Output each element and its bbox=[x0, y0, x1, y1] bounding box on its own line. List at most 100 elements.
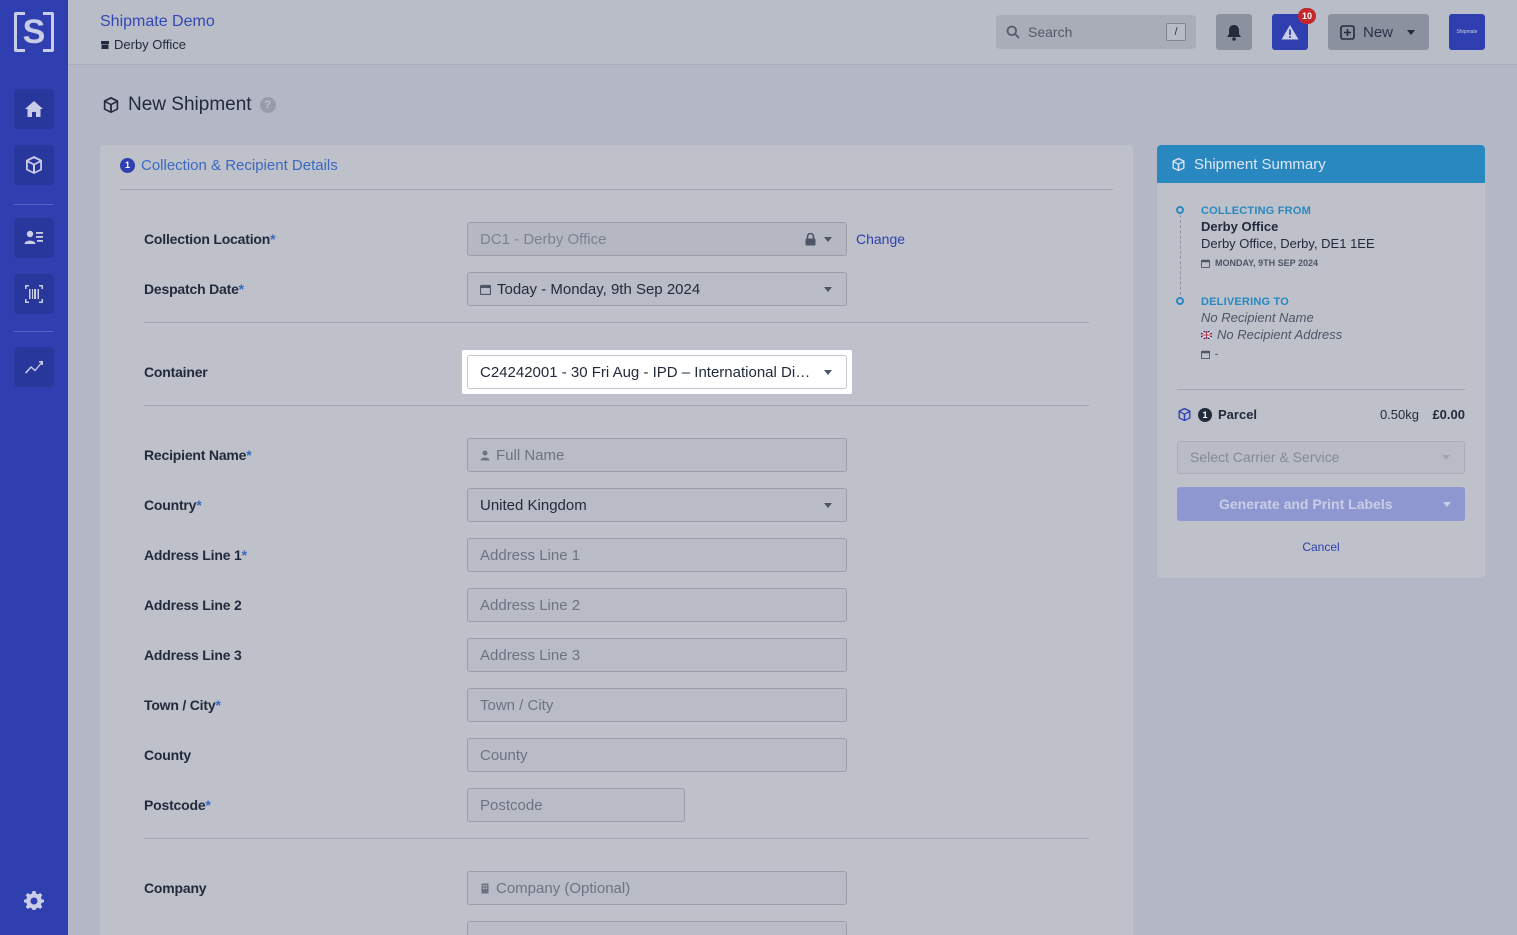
collection-location-label: Collection Location* bbox=[144, 231, 276, 247]
help-icon[interactable]: ? bbox=[259, 97, 276, 113]
bell-icon bbox=[1227, 24, 1241, 41]
town-city-placeholder: Town / City bbox=[480, 696, 554, 714]
country-select[interactable]: United Kingdom bbox=[467, 488, 847, 522]
change-location-link[interactable]: Change bbox=[856, 231, 905, 247]
section-header[interactable]: 1 Collection & Recipient Details bbox=[120, 157, 338, 174]
collection-location-value: DC1 - Derby Office bbox=[480, 230, 607, 248]
contacts-icon bbox=[24, 230, 43, 244]
calendar-icon bbox=[480, 284, 491, 295]
page-title: New Shipment ? bbox=[102, 94, 276, 116]
company-label: Company bbox=[144, 880, 207, 896]
sidebar-item-scan[interactable] bbox=[14, 274, 54, 314]
person-icon bbox=[480, 450, 490, 460]
search-icon bbox=[1006, 25, 1020, 39]
address-line-2-input[interactable]: Address Line 2 bbox=[467, 588, 847, 622]
alerts-button[interactable]: 10 bbox=[1272, 8, 1316, 50]
step-number: 1 bbox=[120, 158, 135, 173]
despatch-date-value: Today - Monday, 9th Sep 2024 bbox=[497, 280, 701, 298]
town-city-label: Town / City* bbox=[144, 697, 221, 713]
carrier-placeholder: Select Carrier & Service bbox=[1190, 449, 1340, 465]
calendar-icon bbox=[1201, 259, 1210, 268]
sidebar-item-home[interactable] bbox=[14, 89, 54, 129]
generate-labels-button[interactable]: Generate and Print Labels bbox=[1177, 487, 1465, 521]
company-placeholder: Company (Optional) bbox=[496, 879, 631, 897]
search-shortcut-key: / bbox=[1166, 23, 1186, 41]
sidebar: S bbox=[0, 0, 68, 935]
container-value: C24242001 - 30 Fri Aug - IPD – Internati… bbox=[480, 363, 812, 381]
timeline-connector bbox=[1180, 215, 1181, 300]
chevron-down-icon bbox=[1407, 30, 1415, 35]
box-icon bbox=[1172, 157, 1185, 171]
top-bar: Shipmate Demo Derby Office Search / 10 N… bbox=[68, 0, 1517, 65]
chevron-down-icon bbox=[824, 503, 832, 508]
box-icon bbox=[103, 96, 119, 114]
collecting-from-address: Derby Office, Derby, DE1 1EE bbox=[1201, 236, 1375, 251]
address-line-3-input[interactable]: Address Line 3 bbox=[467, 638, 847, 672]
collection-location-select[interactable]: DC1 - Derby Office bbox=[467, 222, 847, 256]
timeline-dot bbox=[1176, 206, 1184, 214]
lock-icon bbox=[805, 233, 816, 246]
sidebar-divider bbox=[14, 204, 54, 205]
search-input[interactable]: Search / bbox=[996, 15, 1196, 49]
parcel-summary-row[interactable]: 1 Parcel 0.50kg £0.00 bbox=[1177, 407, 1465, 422]
page-title-text: New Shipment bbox=[128, 94, 252, 115]
chart-icon bbox=[25, 361, 43, 374]
generate-labels-label: Generate and Print Labels bbox=[1219, 496, 1393, 512]
recipient-name-summary: No Recipient Name bbox=[1201, 310, 1314, 325]
app-logo[interactable]: S bbox=[14, 11, 54, 53]
collection-date: MONDAY, 9TH SEP 2024 bbox=[1201, 258, 1318, 268]
sidebar-item-reports[interactable] bbox=[14, 347, 54, 387]
parcel-count-badge: 1 bbox=[1198, 407, 1212, 422]
store-icon bbox=[101, 40, 109, 49]
despatch-date-select[interactable]: Today - Monday, 9th Sep 2024 bbox=[467, 272, 847, 306]
recipient-address-summary: No Recipient Address bbox=[1201, 327, 1342, 342]
container-select[interactable]: C24242001 - 30 Fri Aug - IPD – Internati… bbox=[467, 355, 847, 389]
user-avatar[interactable]: Shipmate bbox=[1449, 14, 1485, 50]
recipient-name-input[interactable]: Full Name bbox=[467, 438, 847, 472]
chevron-down-icon bbox=[824, 237, 832, 242]
new-button-label: New bbox=[1363, 23, 1394, 41]
office-selector[interactable]: Derby Office bbox=[100, 37, 186, 52]
address-line-1-label: Address Line 1* bbox=[144, 547, 247, 563]
settings-button[interactable] bbox=[14, 880, 54, 920]
calendar-icon bbox=[1201, 350, 1210, 359]
new-button[interactable]: New bbox=[1328, 14, 1429, 50]
address-line-2-label: Address Line 2 bbox=[144, 597, 242, 613]
collecting-from-name: Derby Office bbox=[1201, 219, 1279, 234]
despatch-date-label: Despatch Date* bbox=[144, 281, 244, 297]
building-icon bbox=[481, 883, 489, 893]
container-highlight: C24242001 - 30 Fri Aug - IPD – Internati… bbox=[462, 350, 852, 394]
company-name[interactable]: Shipmate Demo bbox=[100, 13, 215, 31]
telephone-input[interactable] bbox=[467, 921, 847, 935]
sidebar-item-contacts[interactable] bbox=[14, 218, 54, 258]
recipient-name-label: Recipient Name* bbox=[144, 447, 252, 463]
company-input[interactable]: Company (Optional) bbox=[467, 871, 847, 905]
carrier-service-select[interactable]: Select Carrier & Service bbox=[1177, 441, 1465, 474]
notifications-button[interactable] bbox=[1216, 14, 1252, 50]
postcode-placeholder: Postcode bbox=[480, 796, 543, 814]
postcode-input[interactable]: Postcode bbox=[467, 788, 685, 822]
divider bbox=[144, 838, 1089, 839]
town-city-input[interactable]: Town / City bbox=[467, 688, 847, 722]
address-line-3-placeholder: Address Line 3 bbox=[480, 646, 581, 664]
divider bbox=[144, 322, 1089, 323]
box-icon bbox=[26, 156, 42, 174]
chevron-down-icon[interactable] bbox=[1443, 502, 1451, 507]
sidebar-item-shipments[interactable] bbox=[14, 145, 54, 185]
home-icon bbox=[25, 101, 43, 117]
warning-icon bbox=[1281, 25, 1299, 40]
delivering-to-caption: DELIVERING TO bbox=[1201, 296, 1289, 308]
sidebar-divider bbox=[14, 331, 54, 332]
county-input[interactable]: County bbox=[467, 738, 847, 772]
summary-header: Shipment Summary bbox=[1157, 145, 1485, 183]
search-placeholder: Search bbox=[1028, 24, 1073, 40]
address-line-1-placeholder: Address Line 1 bbox=[480, 546, 581, 564]
delivery-date: - bbox=[1201, 349, 1218, 359]
address-line-3-label: Address Line 3 bbox=[144, 647, 242, 663]
cancel-link[interactable]: Cancel bbox=[1157, 540, 1485, 554]
address-line-2-placeholder: Address Line 2 bbox=[480, 596, 581, 614]
recipient-name-placeholder: Full Name bbox=[496, 446, 565, 464]
address-line-1-input[interactable]: Address Line 1 bbox=[467, 538, 847, 572]
chevron-down-icon bbox=[824, 287, 832, 292]
box-icon bbox=[1178, 407, 1191, 422]
